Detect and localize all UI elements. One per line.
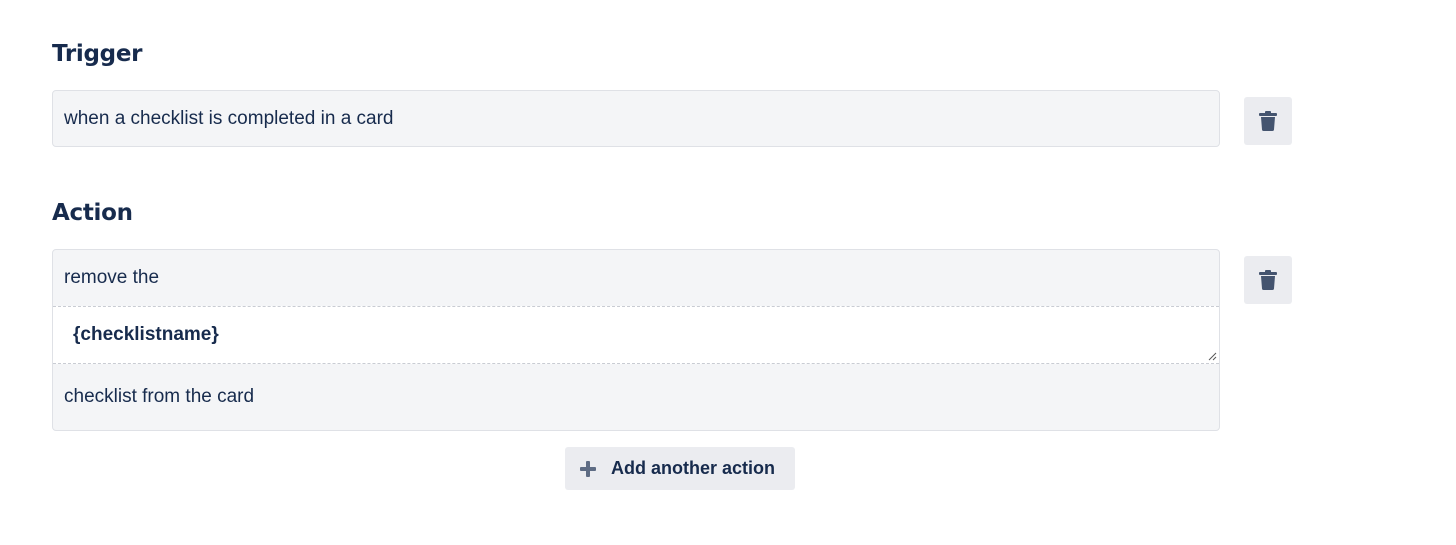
plus-icon — [580, 460, 596, 477]
action-text-before: remove the — [53, 250, 1219, 306]
trash-icon — [1259, 111, 1277, 131]
checklist-name-value: {checklistname} — [73, 324, 219, 345]
trigger-heading: Trigger — [52, 41, 143, 67]
add-another-action-label: Add another action — [611, 458, 776, 478]
action-text-before-label: remove the — [64, 267, 160, 288]
action-field: remove the {checklistname} checklist fro… — [52, 249, 1220, 431]
trigger-delete-button[interactable] — [1244, 97, 1292, 145]
trash-icon — [1259, 270, 1277, 290]
action-text-after: checklist from the card — [53, 364, 1219, 430]
rule-editor: Trigger when a checklist is completed in… — [0, 0, 1456, 545]
trigger-text: when a checklist is completed in a card — [64, 107, 394, 129]
trigger-field[interactable]: when a checklist is completed in a card — [52, 90, 1220, 147]
add-another-action-button[interactable]: Add another action — [565, 447, 795, 490]
action-heading: Action — [52, 200, 133, 226]
resize-grip-icon[interactable] — [1207, 351, 1217, 361]
checklist-name-input[interactable]: {checklistname} — [53, 306, 1219, 364]
action-delete-button[interactable] — [1244, 256, 1292, 304]
action-text-after-label: checklist from the card — [64, 386, 255, 407]
